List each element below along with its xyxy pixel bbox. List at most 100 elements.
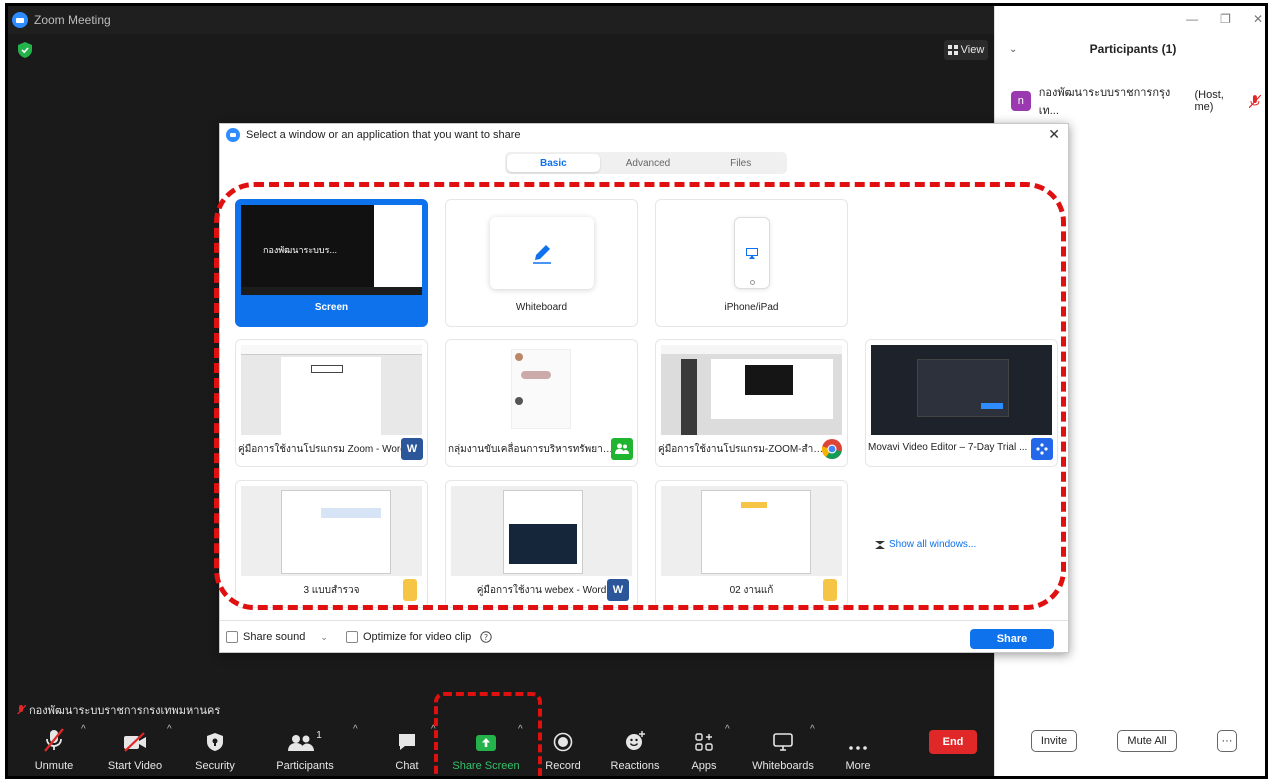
encryption-shield-icon[interactable]: [18, 42, 32, 58]
share-sound-checkbox[interactable]: Share sound ⌄: [226, 631, 328, 643]
movavi-dots-icon: [1036, 443, 1048, 455]
video-options-chevron-icon[interactable]: ^: [167, 724, 172, 735]
restore-icon[interactable]: ❐: [1220, 12, 1231, 26]
apps-options-chevron-icon[interactable]: ^: [725, 724, 730, 735]
screen-thumbnail-text: กองพัฒนาระบบร...: [263, 245, 337, 255]
whiteboard-icon: [773, 733, 793, 751]
tile-label: Movavi Video Editor – 7-Day Trial ...: [868, 442, 1028, 453]
participants-count: 1: [316, 730, 322, 741]
dialog-close-icon[interactable]: ✕: [1048, 126, 1060, 143]
share-tile-whiteboard[interactable]: Whiteboard: [445, 199, 638, 327]
checkbox-box[interactable]: [346, 631, 358, 643]
optimize-video-checkbox[interactable]: Optimize for video clip ?: [346, 631, 492, 643]
window-thumbnail: [241, 345, 422, 435]
reactions-label: Reactions: [610, 760, 660, 772]
dialog-title-text: Select a window or an application that y…: [246, 129, 521, 141]
movavi-app-icon: [1031, 438, 1053, 460]
line-works-app-icon: [611, 438, 633, 460]
tile-label: Whiteboard: [515, 302, 568, 313]
view-button[interactable]: View: [944, 40, 988, 60]
tile-label: กลุ่มงานขับเคลื่อนการบริหารทรัพยากรบ...: [448, 444, 616, 455]
title-bar: Zoom Meeting: [8, 6, 994, 34]
unmute-label: Unmute: [34, 760, 74, 772]
share-tabs: Basic Advanced Files: [505, 152, 787, 174]
show-all-windows-link[interactable]: Show all windows...: [875, 539, 976, 550]
chat-label: Chat: [395, 760, 419, 772]
participant-row[interactable]: n กองพัฒนาระบบราชการกรุงเท... (Host, me): [1011, 83, 1261, 119]
apps-button[interactable]: Apps: [684, 714, 724, 776]
dialog-footer: Share sound ⌄ Optimize for video clip ? …: [220, 620, 1068, 654]
window-thumbnail: [661, 486, 842, 576]
share-button[interactable]: Share: [970, 629, 1054, 649]
participant-role: (Host, me): [1194, 89, 1224, 113]
apps-icon: [695, 733, 713, 751]
security-shield-icon: [207, 733, 223, 751]
panel-more-button[interactable]: ···: [1217, 730, 1237, 752]
reaction-smile-icon: [626, 731, 645, 750]
record-label: Record: [545, 760, 581, 772]
view-label: View: [960, 44, 985, 56]
end-meeting-button[interactable]: End: [929, 730, 977, 754]
word-app-icon: W: [607, 579, 629, 601]
more-button[interactable]: More: [838, 714, 878, 776]
people-icon: [615, 443, 629, 454]
help-icon[interactable]: ?: [480, 631, 492, 643]
airplay-icon: [746, 248, 758, 259]
whiteboard-card: [490, 217, 594, 289]
chat-bubble-icon: [399, 734, 415, 750]
share-sound-chevron-icon[interactable]: ⌄: [320, 632, 328, 643]
start-video-label: Start Video: [107, 760, 163, 772]
mute-all-button[interactable]: Mute All: [1117, 730, 1177, 752]
record-icon: [553, 732, 573, 752]
close-window-icon[interactable]: ✕: [1253, 12, 1263, 26]
tab-basic[interactable]: Basic: [507, 154, 600, 172]
window-thumbnail: [451, 345, 632, 435]
share-screen-dialog: Select a window or an application that y…: [219, 123, 1069, 653]
share-tile-window[interactable]: 02 งานแก้: [655, 480, 848, 608]
window-thumbnail: [241, 486, 422, 576]
reactions-button[interactable]: Reactions: [606, 714, 664, 776]
share-tile-window[interactable]: คู่มือการใช้งานโปรแกรม Zoom - Word W: [235, 339, 428, 467]
more-label: More: [845, 760, 871, 772]
apps-label: Apps: [691, 760, 717, 772]
unmute-button[interactable]: Unmute: [26, 714, 82, 776]
share-tile-window[interactable]: คู่มือการใช้งาน webex - Word W: [445, 480, 638, 608]
folder-icon: [823, 579, 837, 601]
start-video-button[interactable]: Start Video: [103, 714, 167, 776]
participants-label: Participants: [276, 760, 334, 772]
window-controls: — ❐ ✕: [1186, 12, 1263, 26]
invite-button[interactable]: Invite: [1031, 730, 1077, 752]
tab-advanced[interactable]: Advanced: [602, 152, 695, 174]
pencil-icon: [533, 245, 551, 264]
share-tile-window[interactable]: กลุ่มงานขับเคลื่อนการบริหารทรัพยากรบ...: [445, 339, 638, 467]
share-tile-window[interactable]: Movavi Video Editor – 7-Day Trial ...: [865, 339, 1058, 467]
video-off-icon: [124, 732, 146, 752]
share-tile-window[interactable]: คู่มือการใช้งานโปรแกรม-ZOOM-สำหรั...: [655, 339, 848, 467]
security-button[interactable]: Security: [190, 714, 240, 776]
muted-mic-icon: [44, 728, 64, 752]
tab-files[interactable]: Files: [694, 152, 787, 174]
show-all-label: Show all windows...: [889, 539, 977, 550]
whiteboards-options-chevron-icon[interactable]: ^: [810, 724, 815, 735]
window-thumbnail: [871, 345, 1052, 435]
minimize-icon[interactable]: —: [1186, 12, 1198, 26]
tile-label: 3 แบบสำรวจ: [303, 585, 360, 596]
participants-options-chevron-icon[interactable]: ^: [353, 724, 358, 735]
participants-title: Participants (1): [1089, 42, 1177, 56]
phone-outline: [734, 217, 770, 289]
record-button[interactable]: Record: [538, 714, 588, 776]
whiteboards-label: Whiteboards: [752, 760, 814, 772]
grid-icon: [947, 45, 958, 55]
optimize-label: Optimize for video clip: [363, 631, 472, 643]
avatar: n: [1011, 91, 1031, 111]
audio-options-chevron-icon[interactable]: ^: [81, 724, 86, 735]
chat-button[interactable]: Chat: [382, 714, 432, 776]
checkbox-box[interactable]: [226, 631, 238, 643]
folder-icon: [403, 579, 417, 601]
whiteboards-button[interactable]: Whiteboards: [748, 714, 818, 776]
share-tile-screen[interactable]: กองพัฒนาระบบร... Screen: [235, 199, 428, 327]
participants-icon: [288, 735, 315, 751]
participants-button[interactable]: 1 Participants: [270, 714, 340, 776]
share-tile-window[interactable]: 3 แบบสำรวจ: [235, 480, 428, 608]
share-tile-iphone-ipad[interactable]: iPhone/iPad: [655, 199, 848, 327]
